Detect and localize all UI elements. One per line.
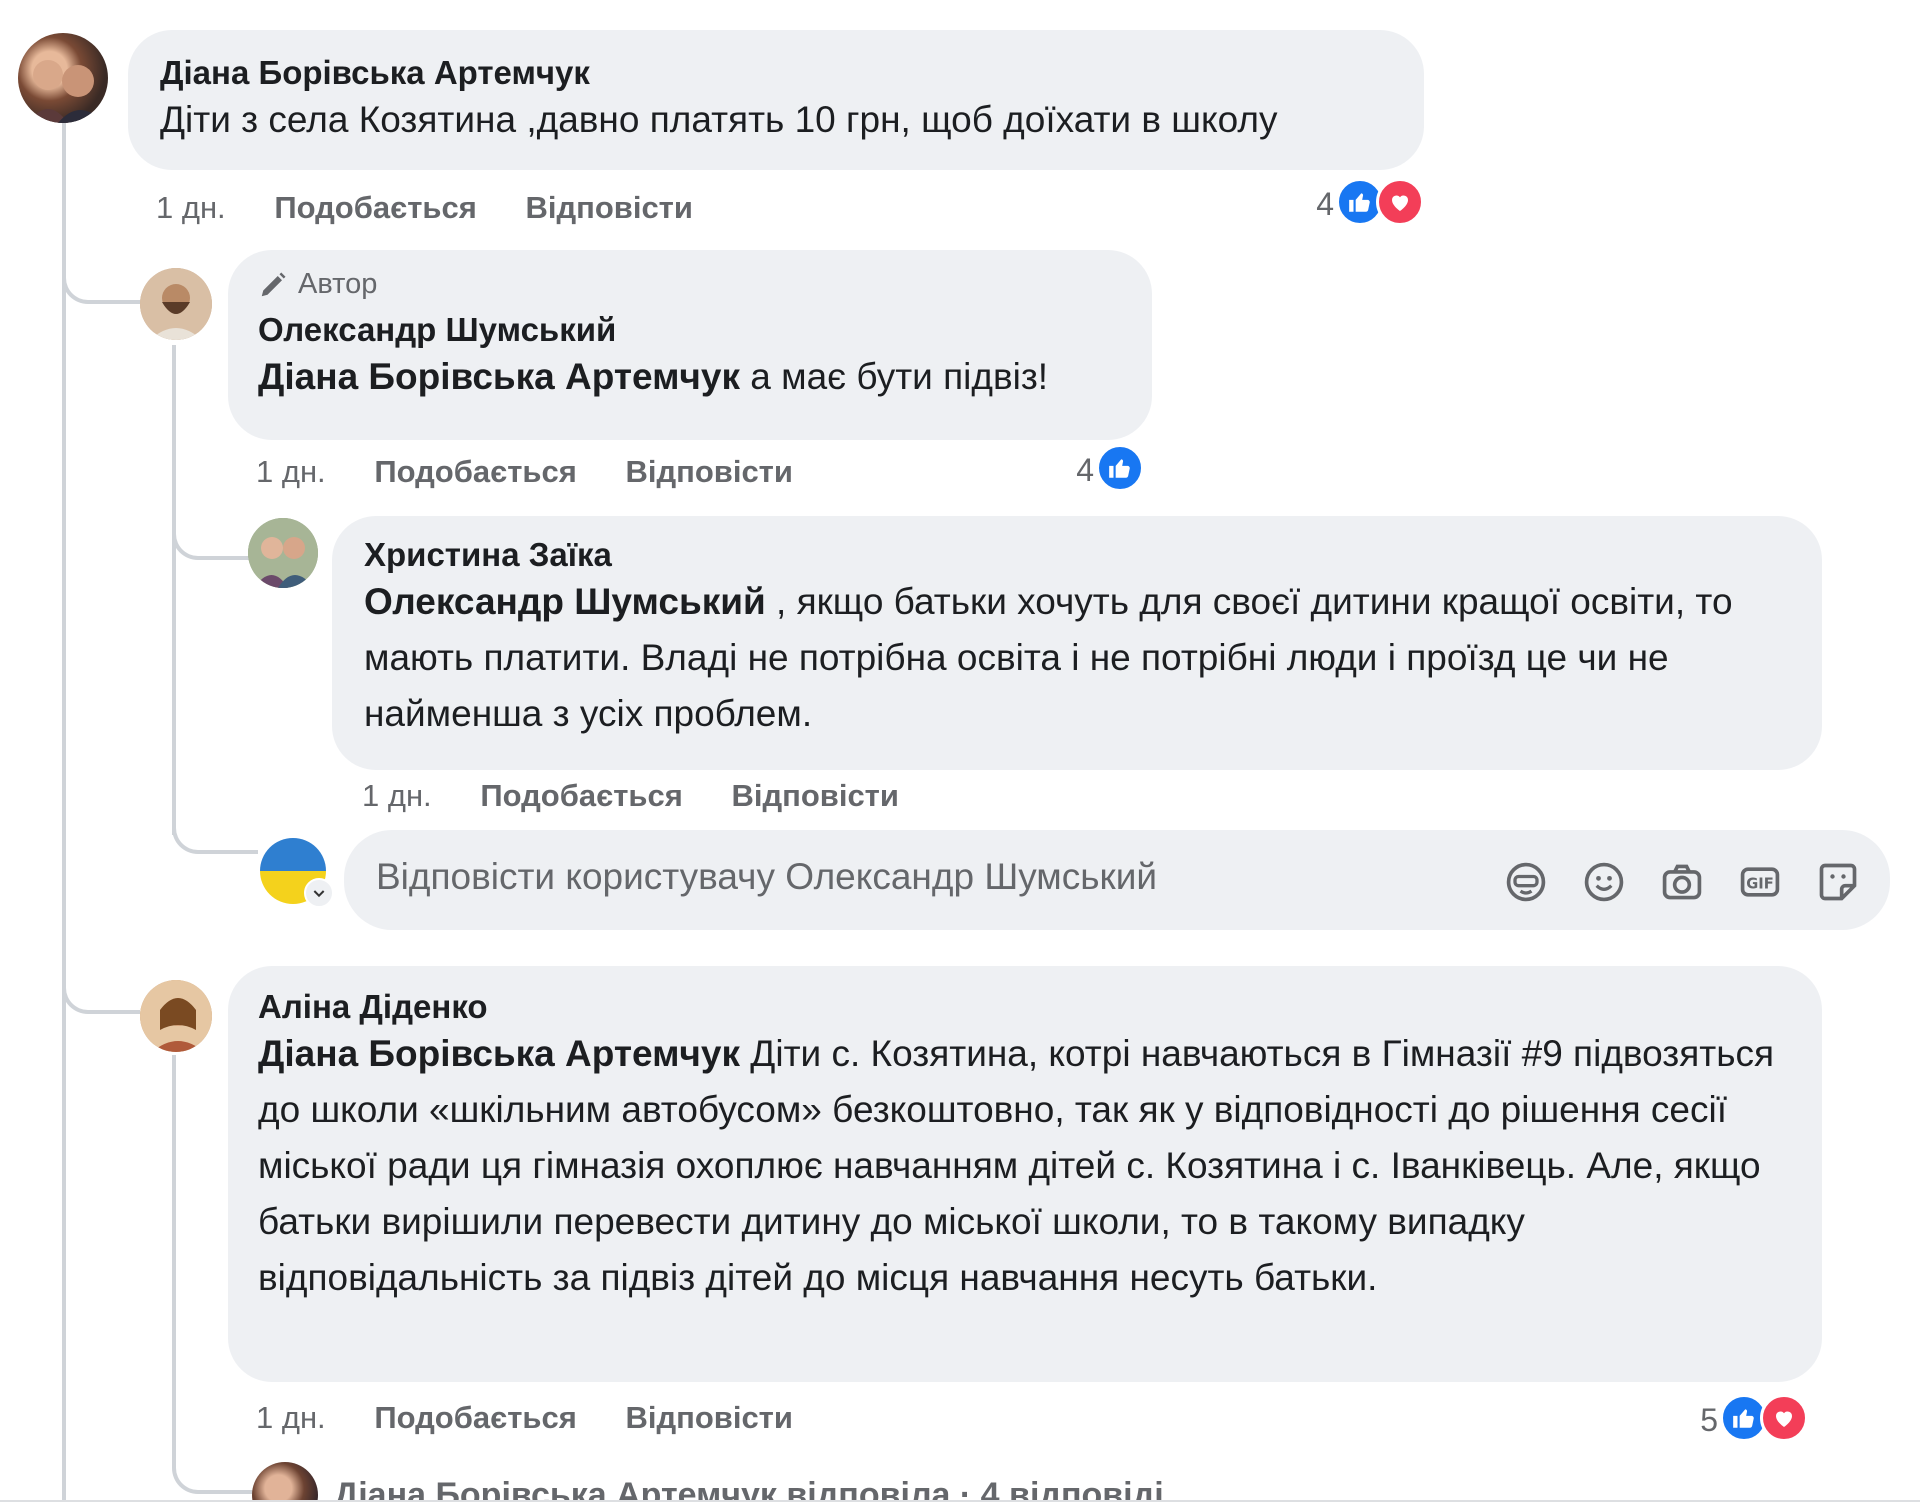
like-reaction-icon (1096, 444, 1144, 492)
avatar (252, 1462, 318, 1500)
reaction-summary[interactable]: 4 (1076, 444, 1146, 496)
thread-line-sub (172, 345, 176, 835)
like-button[interactable]: Подобається (480, 778, 683, 813)
comment-text: Діти з села Козятина ,давно платять 10 г… (160, 99, 1278, 140)
love-reaction-icon (1760, 1394, 1808, 1442)
comment-time[interactable]: 1 дн. (362, 778, 432, 813)
avatar-photo-icon (140, 980, 212, 1052)
comment-author[interactable]: Христина Заїка (364, 536, 1790, 574)
reply-input-box[interactable]: Відповісти користувачу Олександр Шумськи… (344, 830, 1890, 930)
thread-connector (172, 790, 258, 854)
thread-connector (172, 500, 252, 560)
comment-text: Олександр Шумський , якщо батьки хочуть … (364, 574, 1784, 742)
reaction-count: 4 (1076, 452, 1094, 488)
comment-bubble: Аліна Діденко Діана Борівська Артемчук Д… (228, 966, 1822, 1382)
thread-line-sub (172, 1055, 176, 1455)
thread-connector (172, 1420, 256, 1494)
like-button[interactable]: Подобається (274, 190, 477, 225)
reply-button[interactable]: Відповісти (525, 190, 693, 225)
author-badge-label: Автор (298, 268, 378, 300)
thread-connector (62, 230, 140, 304)
comment-text: Діана Борівська Артемчук Діти с. Козятин… (258, 1026, 1788, 1306)
comment-actions: 1 дн. Подобається Відповісти (256, 1400, 833, 1436)
comment-time[interactable]: 1 дн. (256, 1400, 326, 1435)
reply-button[interactable]: Відповісти (731, 778, 899, 813)
comment-bubble: Автор Олександр Шумський Діана Борівська… (228, 250, 1152, 440)
divider (0, 1500, 1920, 1502)
reply-button[interactable]: Відповісти (625, 1400, 793, 1435)
more-replies-row[interactable]: Діана Борівська Артемчук відповіла · 4 в… (252, 1462, 1652, 1500)
reply-input[interactable]: Відповісти користувачу Олександр Шумськи… (376, 856, 1157, 898)
comment-actions: 1 дн. Подобається Відповісти (256, 454, 833, 490)
chevron-down-icon[interactable] (304, 878, 334, 908)
reaction-count: 4 (1316, 186, 1334, 222)
comment-author[interactable]: Діана Борівська Артемчук (160, 54, 1392, 92)
mention-link[interactable]: Діана Борівська Артемчук (258, 356, 740, 397)
reaction-summary[interactable]: 5 (1700, 1394, 1810, 1446)
author-badge: Автор (258, 268, 1122, 301)
comment-actions: 1 дн. Подобається Відповісти (156, 190, 733, 226)
reaction-summary[interactable]: 4 (1316, 178, 1426, 230)
comment-actions: 1 дн. Подобається Відповісти (362, 778, 939, 814)
reply-button[interactable]: Відповісти (625, 454, 793, 489)
love-reaction-icon (1376, 178, 1424, 226)
comment-text-body: а має бути підвіз! (740, 356, 1049, 397)
emoji-icon[interactable] (1582, 860, 1626, 904)
avatar[interactable] (248, 518, 318, 588)
reaction-count: 5 (1700, 1402, 1718, 1438)
avatar-photo-icon (140, 268, 212, 340)
more-replies-link[interactable]: Діана Борівська Артемчук відповіла · 4 в… (334, 1476, 1164, 1500)
avatar-photo-icon (28, 60, 104, 123)
camera-icon[interactable] (1660, 860, 1704, 904)
avatar-sticker-icon[interactable] (1504, 860, 1548, 904)
like-button[interactable]: Подобається (374, 454, 577, 489)
avatar[interactable] (140, 268, 212, 340)
comment-time[interactable]: 1 дн. (156, 190, 226, 225)
mention-link[interactable]: Олександр Шумський (364, 581, 766, 622)
thread-connector (62, 940, 140, 1014)
svg-text:GIF: GIF (1746, 875, 1774, 892)
comment-author[interactable]: Олександр Шумський (258, 311, 1122, 349)
comment-bubble: Діана Борівська Артемчук Діти з села Коз… (128, 30, 1424, 170)
thread-line-main (62, 120, 66, 1500)
avatar[interactable] (18, 33, 108, 123)
pencil-icon (261, 272, 286, 296)
mention-link[interactable]: Діана Борівська Артемчук (258, 1033, 740, 1074)
avatar[interactable] (140, 980, 212, 1052)
sticker-icon[interactable] (1816, 860, 1860, 904)
gif-icon[interactable]: GIF (1738, 860, 1782, 904)
comment-author[interactable]: Аліна Діденко (258, 988, 1792, 1026)
comment-bubble: Христина Заїка Олександр Шумський , якщо… (332, 516, 1822, 770)
like-button[interactable]: Подобається (374, 1400, 577, 1435)
comment-text: Діана Борівська Артемчук а має бути підв… (258, 349, 1122, 405)
comment-time[interactable]: 1 дн. (256, 454, 326, 489)
avatar-photo-icon (248, 518, 318, 588)
